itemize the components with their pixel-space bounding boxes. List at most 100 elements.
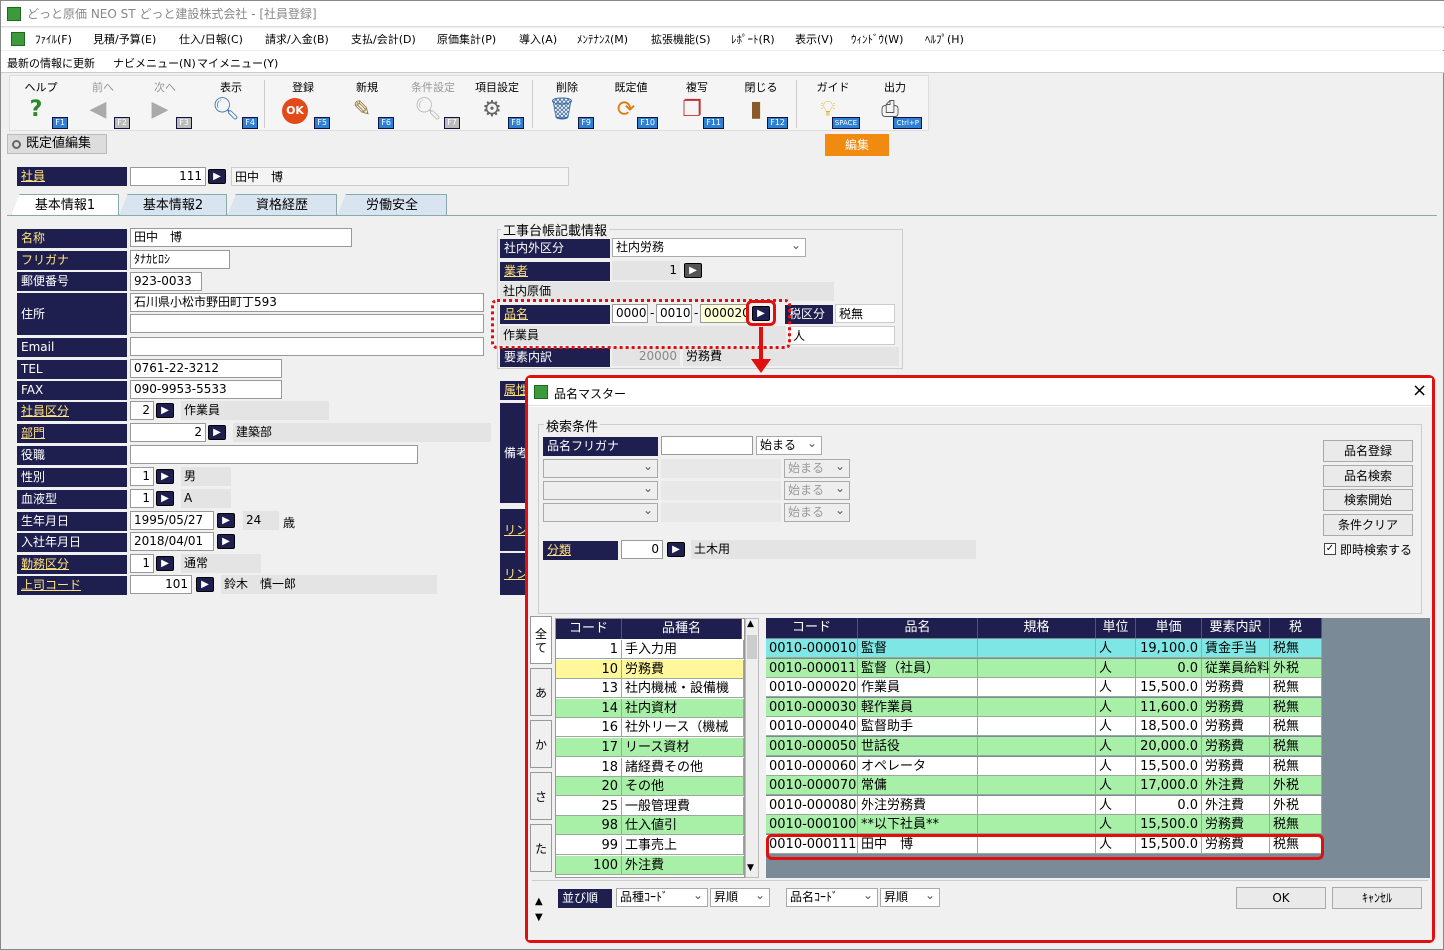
category-row-code[interactable]: 10 [556, 659, 622, 679]
item-row-element[interactable]: 外注費 [1202, 795, 1270, 815]
item-row-code[interactable]: 0010-000070 [766, 776, 858, 796]
order1-select[interactable]: 昇順 [710, 887, 770, 907]
view-button[interactable]: 表示 🔍︎ F4 [200, 76, 262, 132]
item-row-spec[interactable] [978, 756, 1096, 776]
item-row-name[interactable]: 常傭 [858, 776, 978, 796]
category-row-name[interactable]: 労務費 [622, 659, 744, 679]
item-row-tax[interactable]: 税無 [1270, 737, 1322, 756]
item-row-code[interactable]: 0010-000010 [766, 639, 858, 658]
item-row-code[interactable]: 0010-000011 [766, 658, 858, 678]
item-grid-header-price[interactable]: 単価 [1136, 618, 1202, 638]
item-row-element[interactable]: 労務費 [1202, 678, 1270, 698]
search-cond2-field[interactable] [543, 458, 658, 478]
item-row-tax[interactable]: 税無 [1270, 697, 1322, 717]
item-row-element[interactable]: 労務費 [1202, 697, 1270, 717]
category-label[interactable]: 分類 [543, 541, 618, 560]
search-cond2-match[interactable]: 始まる [784, 458, 850, 478]
category-row-code[interactable]: 99 [556, 836, 622, 855]
order2-select[interactable]: 昇順 [880, 887, 940, 907]
category-row-name[interactable]: 社外リース（機械 [622, 718, 744, 738]
menu-help[interactable]: ﾍﾙﾌﾟ(H) [925, 31, 964, 47]
item-row-code[interactable]: 0010-000100 [766, 815, 858, 835]
search-cond3-input[interactable] [661, 481, 781, 500]
item-grid-header-name[interactable]: 品名 [858, 618, 978, 638]
dept-label[interactable]: 部門 [17, 424, 127, 443]
sort1-select[interactable]: 品種ｺｰﾄﾞ [616, 887, 708, 907]
employee-code-input[interactable]: 111 [130, 167, 206, 186]
item-row-tax[interactable]: 税無 [1270, 639, 1322, 658]
item-row-tax[interactable]: 外税 [1270, 658, 1322, 678]
birth-calendar-button[interactable]: ▶ [217, 513, 235, 528]
category-row-name[interactable]: 仕入値引 [622, 816, 744, 836]
tab-basic1[interactable]: 基本情報1 [11, 194, 119, 216]
link2-label[interactable]: リンク [500, 553, 528, 595]
category-row-code[interactable]: 20 [556, 777, 622, 797]
scroll-down-icon[interactable]: ▼ [747, 863, 754, 873]
item-row-spec[interactable] [978, 697, 1096, 717]
category-lookup-button[interactable]: ▶ [667, 542, 685, 557]
search-cond3-field[interactable] [543, 480, 658, 500]
item-row-element[interactable]: 従業員給料 [1202, 658, 1270, 678]
employee-label[interactable]: 社員 [17, 167, 127, 186]
menu-maintenance[interactable]: ﾒﾝﾃﾅﾝｽ(M) [577, 31, 628, 47]
item-row-code[interactable]: 0010-000050 [766, 737, 858, 756]
item-row-element[interactable]: 労務費 [1202, 756, 1270, 776]
item-row-spec[interactable] [978, 815, 1096, 835]
category-row-name[interactable]: 社内機械・設備機 [622, 679, 744, 699]
work-label[interactable]: 勤務区分 [17, 555, 127, 574]
index-tab-a[interactable]: あ [530, 668, 552, 716]
item-row-code[interactable]: 0010-000080 [766, 795, 858, 815]
boss-lookup-button[interactable]: ▶ [196, 577, 214, 592]
help-button[interactable]: ヘルプ ? F1 [10, 76, 72, 132]
tab-qualifications[interactable]: 資格経歴 [227, 194, 337, 216]
item-row-tax[interactable]: 税無 [1270, 756, 1322, 776]
item-row-price[interactable]: 15,500.0 [1136, 678, 1202, 698]
output-button[interactable]: 出力 ⎙ Ctrl+P [864, 76, 926, 132]
blood-lookup-button[interactable]: ▶ [156, 491, 174, 506]
dialog-close-icon[interactable]: × [1412, 380, 1427, 401]
start-search-button[interactable]: 検索開始 [1323, 489, 1413, 511]
item-row-unit[interactable]: 人 [1096, 678, 1136, 698]
filter-button[interactable]: 条件設定 🔍︎ F7 [402, 76, 464, 132]
item-row-unit[interactable]: 人 [1096, 658, 1136, 678]
item-settings-button[interactable]: 項目設定 ⚙ F8 [466, 76, 528, 132]
item-row-price[interactable]: 11,600.0 [1136, 697, 1202, 717]
item-row-unit[interactable]: 人 [1096, 815, 1136, 835]
join-calendar-button[interactable]: ▶ [217, 534, 235, 549]
item-row-unit[interactable]: 人 [1096, 697, 1136, 717]
item-grid-header-tax[interactable]: 税 [1270, 618, 1322, 638]
menu-report[interactable]: ﾚﾎﾟｰﾄ(R) [731, 31, 775, 47]
index-tab-sa[interactable]: さ [530, 772, 552, 820]
category-row-code[interactable]: 100 [556, 855, 622, 875]
menu-payment[interactable]: 支払/会計(D) [351, 31, 416, 47]
category-code[interactable]: 0 [621, 540, 663, 559]
tab-scroll-up-icon[interactable]: ▲ [535, 896, 543, 907]
item-row-price[interactable]: 19,100.0 [1136, 639, 1202, 658]
item-row-spec[interactable] [978, 717, 1096, 737]
item-row-tax[interactable]: 税無 [1270, 678, 1322, 698]
inout-select[interactable]: 社内労務 [612, 237, 806, 257]
category-row-code[interactable]: 14 [556, 698, 622, 718]
search-kana-match[interactable]: 始まる [756, 435, 822, 455]
item-row-price[interactable]: 15,500.0 [1136, 815, 1202, 835]
item-row-unit[interactable]: 人 [1096, 717, 1136, 737]
birth-input[interactable]: 1995/05/27 [130, 511, 214, 530]
boss-code[interactable]: 101 [130, 575, 192, 594]
category-row-code[interactable]: 16 [556, 718, 622, 738]
item-row-name[interactable]: 監督助手 [858, 717, 978, 737]
employee-lookup-button[interactable]: ▶ [208, 169, 226, 184]
item-row-code[interactable]: 0010-000020 [766, 678, 858, 698]
gender-lookup-button[interactable]: ▶ [156, 469, 174, 484]
item-row-price[interactable]: 0.0 [1136, 795, 1202, 815]
category-row-code[interactable]: 98 [556, 816, 622, 836]
category-row-name[interactable]: 手入力用 [622, 640, 744, 659]
cancel-button[interactable]: ｷｬﾝｾﾙ [1332, 887, 1422, 909]
item-row-unit[interactable]: 人 [1096, 776, 1136, 796]
item-row-spec[interactable] [978, 658, 1096, 678]
guide-button[interactable]: ガイド 💡︎ SPACE [802, 76, 864, 132]
boss-label[interactable]: 上司コード [17, 576, 127, 595]
item-row-name[interactable]: 軽作業員 [858, 697, 978, 717]
tel-input[interactable]: 0761-22-3212 [130, 359, 282, 378]
category-row-name[interactable]: その他 [622, 777, 744, 797]
vendor-label[interactable]: 業者 [500, 262, 610, 281]
